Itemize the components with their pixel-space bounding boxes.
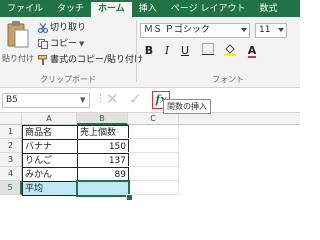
cut-button[interactable]: 切り取り <box>38 21 86 35</box>
insert-function-tooltip: 関数の挿入 <box>163 99 211 114</box>
paint-bucket-icon <box>224 44 236 56</box>
row-header-5[interactable]: 5 <box>0 181 22 195</box>
format-painter-icon <box>38 55 47 65</box>
tab-formulas[interactable]: 数式 <box>252 2 284 17</box>
name-box[interactable]: B5 <box>2 93 90 108</box>
column-header-blank <box>179 113 300 125</box>
row-header-1[interactable]: 1 <box>0 125 22 139</box>
cell-a5[interactable]: 平均 <box>22 181 78 196</box>
borders-icon[interactable] <box>200 43 216 58</box>
cell-c4[interactable] <box>128 167 179 181</box>
formula-bar: B5 ▼ ⋮ ✕ ✓ fx <box>0 88 300 113</box>
cancel-icon[interactable]: ✕ <box>106 90 119 108</box>
cell-c5[interactable] <box>128 181 179 195</box>
more-options-icon: ⋮ <box>96 94 105 104</box>
column-header-c[interactable]: C <box>128 113 179 125</box>
font-size-value: 11 <box>259 25 271 35</box>
group-separator <box>136 20 137 82</box>
font-group-label: フォント <box>212 75 244 84</box>
chevron-down-icon[interactable]: ▼ <box>79 37 84 51</box>
font-name-value: ＭＳ Ｐゴシック <box>144 25 210 35</box>
tab-home[interactable]: ホーム <box>91 2 132 17</box>
cell-a1[interactable]: 商品名 <box>22 125 78 140</box>
spreadsheet-grid: A B C 1 2 3 4 5 商品名 売上個数 バナナ 150 りんご 137… <box>0 113 300 201</box>
bold-icon[interactable]: B <box>142 43 156 58</box>
paste-icon <box>7 21 29 48</box>
cell-b5[interactable] <box>77 181 129 196</box>
cell-b1[interactable]: 売上個数 <box>77 125 129 140</box>
cell-c3[interactable] <box>128 153 179 167</box>
fill-handle[interactable] <box>126 194 133 201</box>
row-header-3[interactable]: 3 <box>0 153 22 167</box>
fill-color-icon[interactable] <box>222 43 238 58</box>
select-all-corner[interactable] <box>0 113 22 125</box>
font-name-select[interactable]: ＭＳ Ｐゴシック <box>140 23 250 38</box>
copy-label: コピー <box>50 39 78 49</box>
column-header-b[interactable]: B <box>77 113 128 125</box>
font-color-icon[interactable]: A <box>244 43 260 58</box>
cell-a3[interactable]: りんご <box>22 153 78 168</box>
italic-icon[interactable]: I <box>160 43 174 58</box>
grid-border-icon <box>202 43 214 55</box>
row-header-4[interactable]: 4 <box>0 167 22 181</box>
tab-page-layout[interactable]: ページ レイアウト <box>164 2 253 17</box>
cell-b3[interactable]: 137 <box>77 153 129 168</box>
paste-label: 貼り付け <box>2 54 34 63</box>
enter-icon[interactable]: ✓ <box>129 90 142 108</box>
ribbon-tab-bar: ファイル タッチ ホーム 挿入 ページ レイアウト 数式 <box>0 0 300 17</box>
tab-touch[interactable]: タッチ <box>50 2 91 17</box>
clipboard-group-label: クリップボード <box>40 75 96 84</box>
font-size-select[interactable]: 11 <box>255 23 287 38</box>
chevron-down-icon <box>241 28 247 32</box>
tab-insert[interactable]: 挿入 <box>132 2 164 17</box>
ribbon: 貼り付け 切り取り コピー ▼ 書式のコピー/貼り付け クリップボード ＭＳ Ｐ… <box>0 17 300 88</box>
copy-button[interactable]: コピー ▼ <box>38 37 84 51</box>
underline-icon[interactable]: U <box>178 43 192 58</box>
tab-file[interactable]: ファイル <box>0 2 50 17</box>
format-painter-button[interactable]: 書式のコピー/貼り付け <box>38 53 143 67</box>
format-painter-label: 書式のコピー/貼り付け <box>50 55 144 65</box>
cell-b2[interactable]: 150 <box>77 139 129 154</box>
copy-icon <box>38 39 48 49</box>
paste-button[interactable]: 貼り付け <box>2 20 36 70</box>
cell-b4[interactable]: 89 <box>77 167 129 182</box>
cell-c1[interactable] <box>128 125 179 139</box>
cut-label: 切り取り <box>50 23 87 33</box>
cell-a4[interactable]: みかん <box>22 167 78 182</box>
column-header-a[interactable]: A <box>22 113 77 125</box>
row-header-2[interactable]: 2 <box>0 139 22 153</box>
chevron-down-icon[interactable]: ▼ <box>80 96 85 104</box>
chevron-down-icon <box>278 28 284 32</box>
cell-c2[interactable] <box>128 139 179 153</box>
cell-a2[interactable]: バナナ <box>22 139 78 154</box>
scissors-icon <box>38 23 48 33</box>
